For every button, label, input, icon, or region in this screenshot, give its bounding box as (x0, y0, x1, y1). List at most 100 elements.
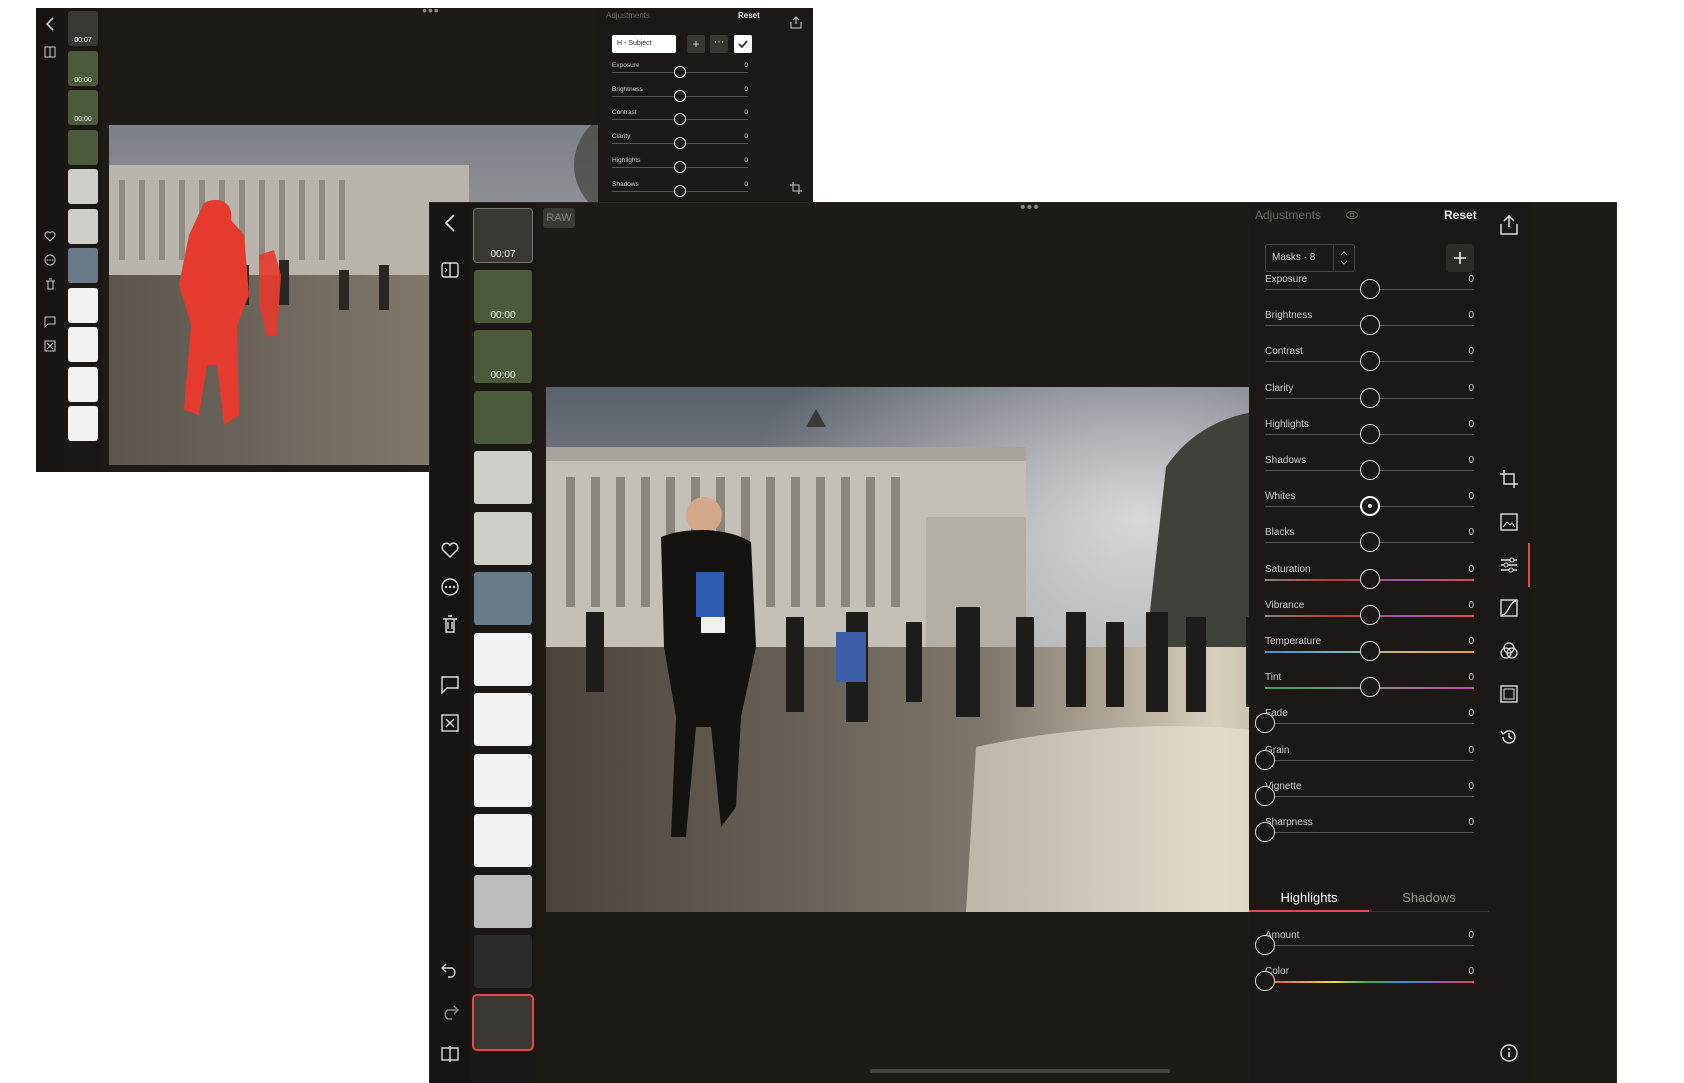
tab-highlights[interactable]: Highlights (1249, 890, 1369, 905)
slider-thumb[interactable] (1359, 460, 1380, 480)
mask-select[interactable]: Masks · 8 (1265, 244, 1355, 272)
filmstrip-thumbnail[interactable] (474, 511, 532, 565)
compare-icon[interactable] (42, 44, 58, 60)
slider-track[interactable] (1265, 945, 1474, 946)
slider-thumb[interactable] (1359, 641, 1380, 661)
main-photo[interactable] (546, 387, 1337, 912)
trash-icon[interactable] (438, 612, 462, 636)
slider-thumb[interactable] (1359, 677, 1380, 698)
filmstrip-thumbnail[interactable] (474, 814, 532, 867)
filmstrip-thumbnail[interactable] (474, 390, 532, 444)
back-reset-button[interactable]: Reset (738, 11, 760, 20)
more-icon[interactable] (42, 252, 58, 268)
slider-thumb[interactable] (1255, 785, 1275, 806)
filmstrip-thumbnail[interactable] (474, 935, 532, 988)
back-icon[interactable] (42, 16, 58, 32)
compare-icon[interactable] (438, 258, 462, 282)
filmstrip-thumbnail[interactable] (68, 129, 98, 165)
slider-thumb[interactable] (674, 160, 686, 173)
filmstrip-thumbnail[interactable] (474, 451, 532, 504)
slider-thumb[interactable] (1359, 387, 1380, 408)
slider-thumb[interactable] (1255, 935, 1275, 955)
slider-thumb[interactable] (1255, 713, 1275, 734)
reject-icon[interactable] (42, 338, 58, 354)
slider-thumb[interactable] (1255, 749, 1275, 770)
slider-track[interactable] (1265, 981, 1474, 984)
slider-track[interactable] (1265, 759, 1474, 761)
slider-thumb[interactable] (1359, 315, 1380, 336)
split-view-icon[interactable] (438, 1042, 462, 1066)
sliders-icon[interactable] (1497, 553, 1521, 577)
filmstrip-thumbnail[interactable] (474, 753, 532, 807)
tab-shadows[interactable]: Shadows (1369, 890, 1489, 905)
slider-thumb[interactable] (1255, 822, 1275, 842)
redo-icon[interactable] (438, 1000, 462, 1024)
curves-icon[interactable] (1497, 596, 1521, 620)
filmstrip-thumbnail[interactable]: 00:07 (473, 208, 533, 263)
share-icon[interactable] (788, 14, 804, 30)
filmstrip-thumbnail[interactable] (68, 287, 98, 323)
back-icon[interactable] (438, 211, 462, 235)
slider-thumb[interactable] (1359, 496, 1380, 517)
slider-thumb[interactable] (674, 113, 686, 126)
filmstrip-thumbnail[interactable] (474, 632, 532, 686)
back-filmstrip[interactable]: 00:07 00:00 00:00 (64, 8, 102, 472)
slider-thumb[interactable] (1359, 279, 1380, 299)
slider-thumb[interactable] (1359, 568, 1380, 589)
filmstrip-thumbnail[interactable] (472, 993, 534, 1051)
back-mask-select[interactable]: H - Subject (612, 35, 676, 53)
filmstrip-thumbnail[interactable] (68, 208, 98, 244)
filmstrip-thumbnail[interactable] (68, 406, 98, 441)
filmstrip-thumbnail[interactable] (474, 572, 532, 625)
window-grabber[interactable]: ••• (422, 8, 440, 18)
slider-thumb[interactable] (674, 184, 686, 197)
back-add-button[interactable]: + (687, 35, 705, 53)
window-grabber[interactable]: ••• (1020, 203, 1040, 217)
slider-thumb[interactable] (674, 66, 686, 78)
history-icon[interactable] (1497, 725, 1521, 749)
filmstrip-thumbnail[interactable] (68, 169, 98, 204)
image-icon[interactable] (1497, 510, 1521, 534)
filmstrip-thumbnail[interactable] (68, 248, 98, 283)
slider-thumb[interactable] (1359, 351, 1380, 372)
add-mask-button[interactable] (1446, 244, 1474, 272)
filmstrip-thumbnail[interactable]: 00:00 (68, 50, 98, 86)
back-more-button[interactable]: ··· (710, 35, 728, 53)
trash-icon[interactable] (42, 276, 58, 292)
more-options-icon[interactable] (438, 575, 462, 599)
undo-icon[interactable] (438, 958, 462, 982)
slider-track[interactable] (1265, 795, 1474, 797)
slider-track[interactable] (1265, 832, 1474, 833)
filmstrip-thumbnail[interactable] (68, 366, 98, 402)
heart-icon[interactable] (438, 538, 462, 562)
frame-icon[interactable] (1497, 682, 1521, 706)
filmstrip-thumbnail[interactable]: 00:00 (474, 269, 532, 323)
filmstrip-thumbnail[interactable]: 00:07 (68, 11, 98, 46)
comment-icon[interactable] (438, 673, 462, 697)
filmstrip-thumbnail[interactable] (474, 874, 532, 928)
crop-icon[interactable] (788, 180, 804, 196)
filmstrip-thumbnail[interactable] (68, 327, 98, 362)
stepper-chevrons-icon[interactable] (1333, 245, 1354, 271)
slider-thumb[interactable] (1359, 532, 1380, 553)
back-confirm-button[interactable] (734, 35, 752, 53)
visibility-eye-icon[interactable] (1344, 207, 1360, 223)
heart-icon[interactable] (42, 228, 58, 244)
slider-thumb[interactable] (1359, 604, 1380, 625)
reject-flag-icon[interactable] (438, 711, 462, 735)
comment-icon[interactable] (42, 314, 58, 330)
filmstrip-thumbnail[interactable]: 00:00 (68, 90, 98, 125)
filmstrip-thumbnail[interactable] (474, 693, 532, 746)
crop-icon[interactable] (1497, 467, 1521, 491)
slider-thumb[interactable] (1359, 423, 1380, 444)
slider-thumb[interactable] (674, 89, 686, 102)
reset-button[interactable]: Reset (1444, 208, 1477, 222)
slider-track[interactable] (1265, 723, 1474, 725)
info-icon[interactable] (1497, 1041, 1521, 1065)
slider-thumb[interactable] (674, 137, 686, 150)
share-icon[interactable] (1497, 213, 1521, 237)
filmstrip[interactable]: 00:07 00:00 00:00 (470, 203, 536, 1083)
filmstrip-thumbnail[interactable]: 00:00 (474, 330, 532, 383)
slider-thumb[interactable] (1255, 971, 1275, 992)
color-mix-icon[interactable] (1497, 639, 1521, 663)
